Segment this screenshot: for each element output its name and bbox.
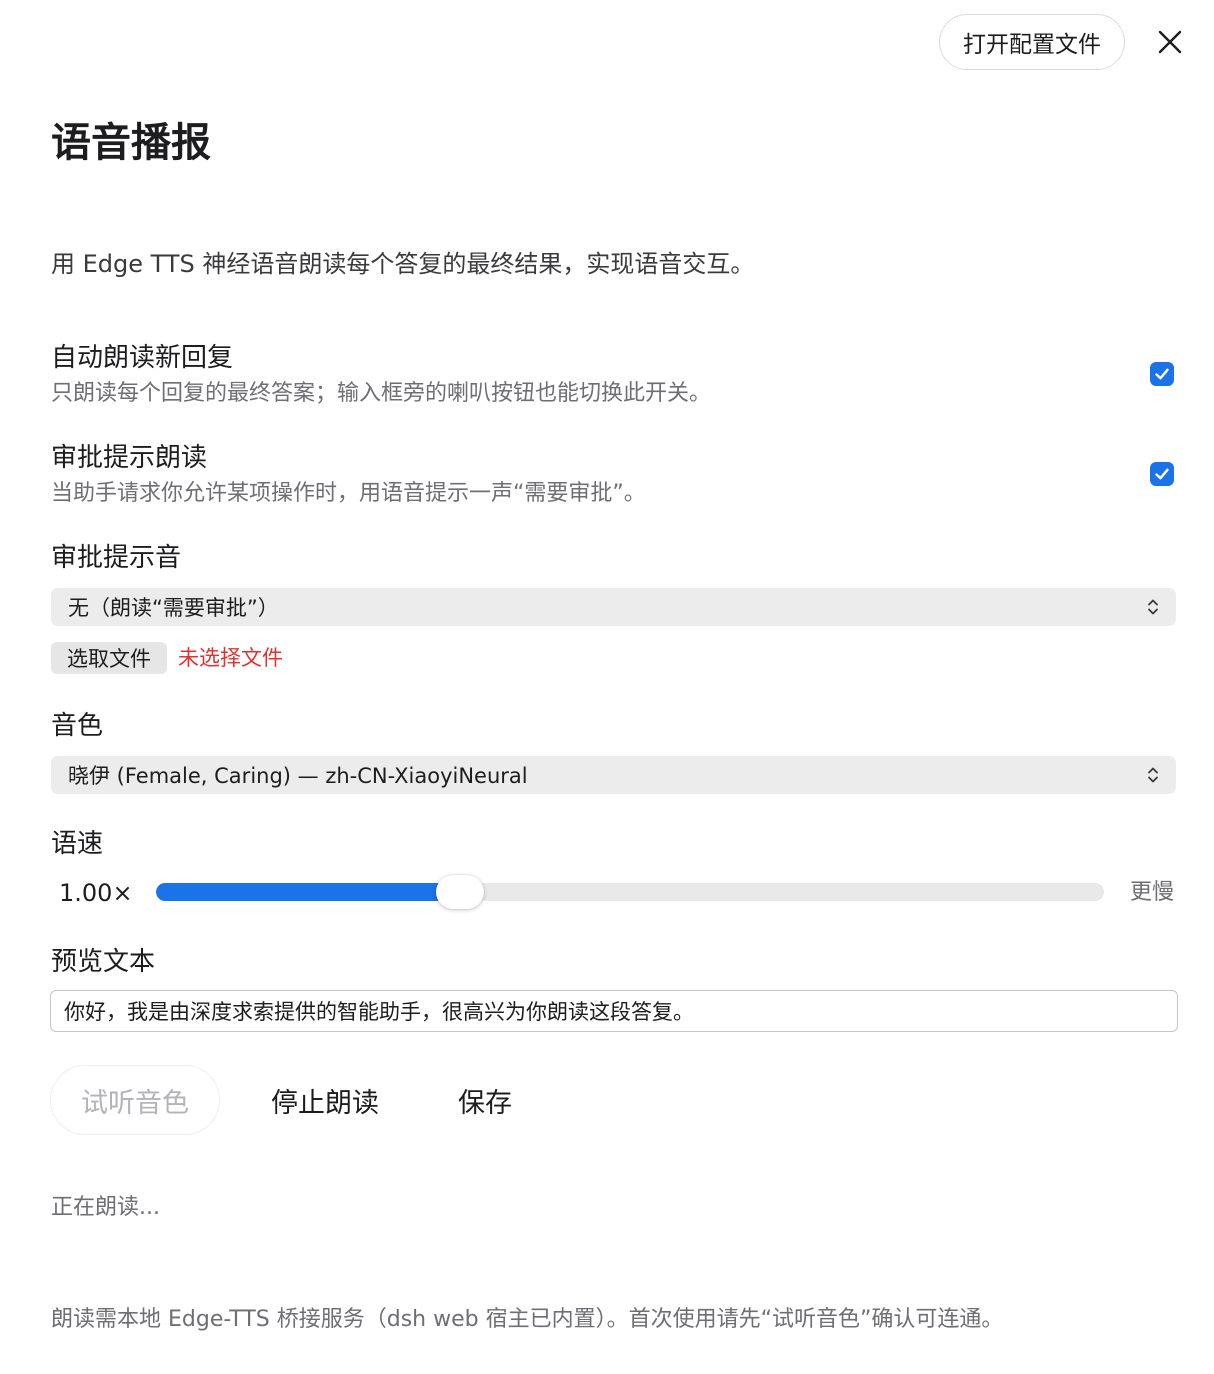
open-config-button[interactable]: 打开配置文件 — [939, 14, 1125, 70]
page-title: 语音播报 — [51, 120, 211, 166]
approval-read-title: 审批提示朗读 — [51, 443, 208, 473]
voice-select[interactable]: 晓伊 (Female, Caring) — zh-CN-XiaoyiNeural — [51, 756, 1176, 794]
approval-read-checkbox[interactable] — [1150, 462, 1174, 486]
choose-file-button[interactable]: 选取文件 — [51, 642, 167, 674]
page-description: 用 Edge TTS 神经语音朗读每个答复的最终结果，实现语音交互。 — [51, 250, 755, 278]
auto-read-subtitle: 只朗读每个回复的最终答案；输入框旁的喇叭按钮也能切换此开关。 — [51, 381, 712, 406]
voice-label: 音色 — [51, 711, 104, 741]
auto-read-checkbox[interactable] — [1150, 362, 1174, 386]
speed-value: 1.00× — [59, 879, 133, 907]
checkmark-icon — [1155, 468, 1169, 480]
file-status: 未选择文件 — [178, 646, 283, 670]
preview-label: 预览文本 — [51, 947, 156, 977]
auto-read-title: 自动朗读新回复 — [51, 343, 234, 373]
speed-label: 语速 — [51, 829, 104, 859]
speed-slider-track[interactable] — [156, 883, 1104, 901]
stop-reading-button[interactable]: 停止朗读 — [250, 1065, 400, 1135]
footer-note: 朗读需本地 Edge-TTS 桥接服务（dsh web 宿主已内置）。首次使用请… — [51, 1307, 1004, 1332]
status-text: 正在朗读... — [51, 1195, 160, 1220]
preview-text-input[interactable] — [50, 990, 1178, 1032]
select-chevron-icon — [1138, 588, 1168, 626]
select-chevron-icon — [1138, 756, 1168, 794]
voice-selected: 晓伊 (Female, Caring) — zh-CN-XiaoyiNeural — [68, 764, 528, 788]
approval-read-subtitle: 当助手请求你允许某项操作时，用语音提示一声“需要审批”。 — [51, 481, 646, 506]
speed-end-label: 更慢 — [1130, 880, 1175, 905]
approval-sound-select[interactable]: 无（朗读“需要审批”） — [51, 588, 1176, 626]
preview-voice-button[interactable]: 试听音色 — [50, 1065, 220, 1135]
speed-slider-fill — [156, 883, 459, 901]
approval-sound-label: 审批提示音 — [51, 543, 182, 573]
speed-slider-thumb[interactable] — [436, 875, 484, 909]
approval-sound-selected: 无（朗读“需要审批”） — [68, 596, 279, 620]
checkmark-icon — [1155, 368, 1169, 380]
close-icon — [1158, 30, 1182, 54]
save-button[interactable]: 保存 — [430, 1065, 540, 1135]
close-button[interactable] — [1150, 22, 1190, 62]
